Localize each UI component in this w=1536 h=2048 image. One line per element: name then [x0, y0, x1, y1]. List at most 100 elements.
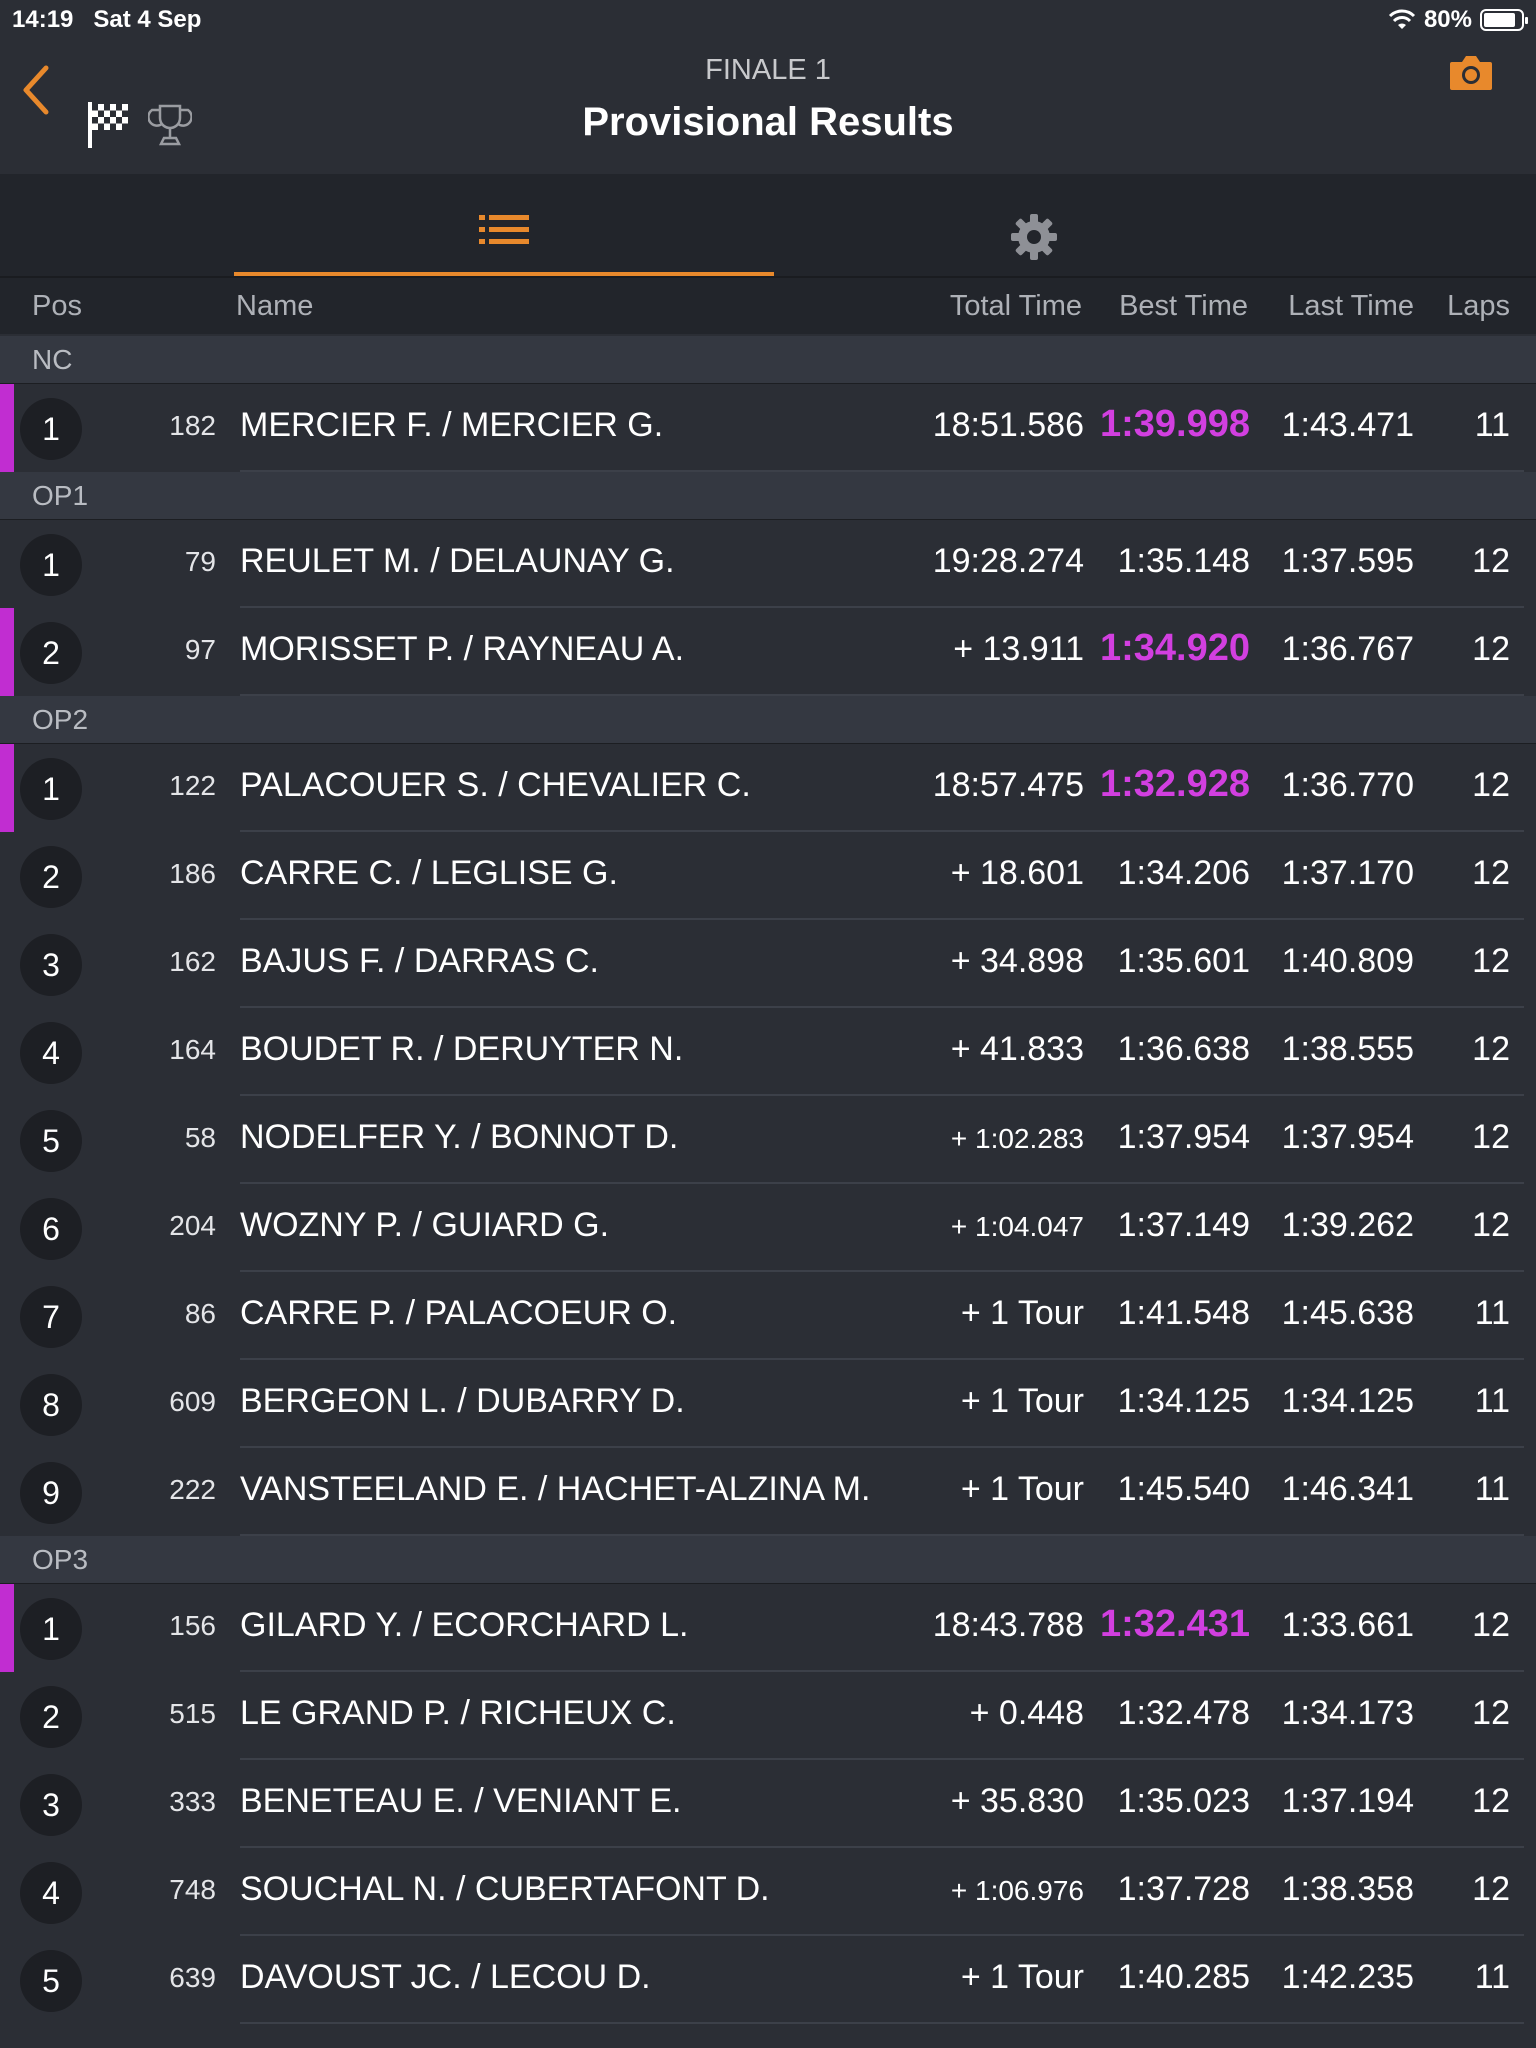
last-time: 1:38.555 [1281, 1030, 1414, 1068]
section-header: OP3 [0, 1536, 1536, 1584]
driver-names: DAVOUST JC. / LECOU D. [240, 1958, 651, 1996]
position-badge: 4 [20, 1022, 82, 1084]
laps-count: 12 [1472, 1606, 1510, 1644]
position-badge: 6 [20, 1198, 82, 1260]
position-badge: 1 [20, 398, 82, 460]
last-time: 1:34.125 [1281, 1382, 1414, 1420]
status-right: 80% [1388, 6, 1528, 34]
total-time: + 13.911 [953, 630, 1084, 668]
row-divider [240, 2022, 1524, 2024]
best-time: 1:45.540 [1117, 1470, 1250, 1508]
last-time: 1:46.341 [1281, 1470, 1414, 1508]
result-row[interactable]: 4 164 BOUDET R. / DERUYTER N. + 41.833 1:36.… [0, 1008, 1536, 1096]
result-row[interactable]: 9 222 VANSTEELAND E. / HACHET-ALZINA M. + 1… [0, 1448, 1536, 1536]
result-row[interactable]: 1 182 MERCIER F. / MERCIER G. 18:51.586 1:39… [0, 384, 1536, 472]
col-laps: Laps [1447, 290, 1510, 322]
car-number: 639 [169, 1962, 216, 1993]
tab-settings[interactable] [774, 174, 1294, 276]
best-time: 1:35.601 [1117, 942, 1250, 980]
last-time: 1:33.661 [1281, 1606, 1414, 1644]
last-time: 1:39.262 [1281, 1206, 1414, 1244]
section-header: OP2 [0, 696, 1536, 744]
section-header: NC [0, 336, 1536, 384]
best-time: 1:36.638 [1117, 1030, 1250, 1068]
laps-count: 11 [1474, 1382, 1510, 1420]
position-badge: 8 [20, 1374, 82, 1436]
car-number: 186 [169, 858, 216, 889]
best-time: 1:41.548 [1117, 1294, 1250, 1332]
car-number: 204 [169, 1210, 216, 1241]
car-number: 86 [184, 1298, 216, 1329]
best-time: 1:32.928 [1099, 763, 1250, 805]
car-number: 58 [184, 1122, 216, 1153]
best-time: 1:34.920 [1099, 627, 1250, 669]
total-time: + 1:06.976 [950, 1875, 1084, 1906]
position-badge: 4 [20, 1862, 82, 1924]
total-time: + 1:04.047 [950, 1211, 1084, 1242]
laps-count: 11 [1474, 1294, 1510, 1332]
result-row[interactable]: 3 333 BENETEAU E. / VENIANT E. + 35.830 1:35… [0, 1760, 1536, 1848]
driver-names: SOUCHAL N. / CUBERTAFONT D. [240, 1870, 770, 1908]
result-row[interactable]: 4 748 SOUCHAL N. / CUBERTAFONT D. + 1:06.97… [0, 1848, 1536, 1936]
tab-results-list[interactable] [234, 174, 774, 276]
position-badge: 1 [20, 534, 82, 596]
last-time: 1:38.358 [1281, 1870, 1414, 1908]
camera-icon[interactable] [1448, 54, 1494, 92]
best-time: 1:34.206 [1117, 854, 1250, 892]
nav-header: FINALE 1 Provisional Results [0, 40, 1536, 176]
total-time: + 1 Tour [960, 1382, 1084, 1420]
fastest-lap-marker [0, 744, 14, 832]
result-row[interactable]: 8 609 BERGEON L. / DUBARRY D. + 1 Tour 1:34.… [0, 1360, 1536, 1448]
fastest-lap-marker [0, 1584, 14, 1672]
driver-names: NODELFER Y. / BONNOT D. [240, 1118, 679, 1156]
driver-names: GILARD Y. / ECORCHARD L. [240, 1606, 689, 1644]
laps-count: 12 [1472, 766, 1510, 804]
result-row[interactable]: 6 204 WOZNY P. / GUIARD G. + 1:04.047 1:37.1… [0, 1184, 1536, 1272]
result-row[interactable]: 5 58 NODELFER Y. / BONNOT D. + 1:02.283 1:37… [0, 1096, 1536, 1184]
car-number: 164 [169, 1034, 216, 1065]
total-time: + 1 Tour [960, 1470, 1084, 1508]
total-time: + 34.898 [950, 942, 1084, 980]
result-row[interactable]: 1 122 PALACOUER S. / CHEVALIER C. 18:57.475… [0, 744, 1536, 832]
last-time: 1:45.638 [1281, 1294, 1414, 1332]
laps-count: 12 [1472, 1694, 1510, 1732]
best-time: 1:32.431 [1099, 1603, 1250, 1645]
result-row[interactable]: 1 156 GILARD Y. / ECORCHARD L. 18:43.788 1:3… [0, 1584, 1536, 1672]
wifi-icon [1388, 9, 1416, 29]
driver-names: REULET M. / DELAUNAY G. [240, 542, 675, 580]
battery-percent: 80% [1423, 6, 1472, 33]
result-row[interactable]: 2 186 CARRE C. / LEGLISE G. + 18.601 1:34.20… [0, 832, 1536, 920]
result-row[interactable]: 1 79 REULET M. / DELAUNAY G. 19:28.274 1:35.… [0, 520, 1536, 608]
result-row[interactable]: 5 639 DAVOUST JC. / LECOU D. + 1 Tour 1:40.2… [0, 1936, 1536, 2024]
col-best-time: Best Time [1119, 290, 1248, 322]
col-name: Name [236, 290, 314, 322]
car-number: 97 [184, 634, 216, 665]
car-number: 182 [169, 410, 216, 441]
col-last-time: Last Time [1288, 290, 1414, 322]
result-row[interactable]: 2 515 LE GRAND P. / RICHEUX C. + 0.448 1:32.… [0, 1672, 1536, 1760]
active-tab-underline [234, 272, 774, 276]
last-time: 1:34.173 [1281, 1694, 1414, 1732]
last-time: 1:37.954 [1281, 1118, 1414, 1156]
laps-count: 12 [1472, 542, 1510, 580]
car-number: 333 [169, 1786, 216, 1817]
driver-names: MERCIER F. / MERCIER G. [240, 406, 664, 444]
result-row[interactable]: 7 86 CARRE P. / PALACOEUR O. + 1 Tour 1:41.5… [0, 1272, 1536, 1360]
driver-names: BENETEAU E. / VENIANT E. [240, 1782, 682, 1820]
result-row[interactable]: 2 97 MORISSET P. / RAYNEAU A. + 13.911 1:34.… [0, 608, 1536, 696]
laps-count: 12 [1472, 1870, 1510, 1908]
laps-count: 12 [1472, 1782, 1510, 1820]
best-time: 1:32.478 [1117, 1694, 1250, 1732]
position-badge: 3 [20, 934, 82, 996]
car-number: 748 [169, 1874, 216, 1905]
last-time: 1:36.770 [1281, 766, 1414, 804]
laps-count: 11 [1474, 406, 1510, 444]
driver-names: VANSTEELAND E. / HACHET-ALZINA M. [240, 1470, 871, 1508]
column-headers: Pos Name Total Time Best Time Last Time … [0, 278, 1536, 334]
list-icon [479, 215, 529, 244]
total-time: + 1 Tour [960, 1958, 1084, 1996]
last-time: 1:37.170 [1281, 854, 1414, 892]
total-time: 18:57.475 [932, 766, 1084, 804]
result-row[interactable]: 3 162 BAJUS F. / DARRAS C. + 34.898 1:35.601… [0, 920, 1536, 1008]
driver-names: BAJUS F. / DARRAS C. [240, 942, 599, 980]
